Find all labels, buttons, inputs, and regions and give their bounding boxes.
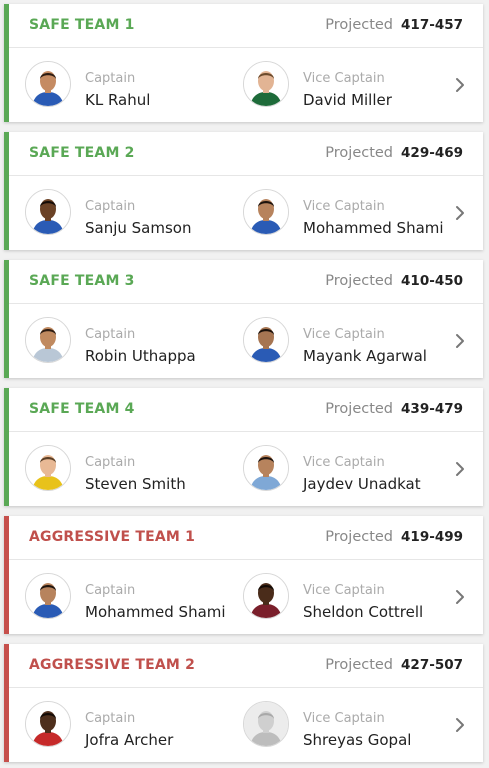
vice-captain-name: Sheldon Cottrell (303, 603, 424, 621)
chevron-right-icon[interactable] (453, 716, 467, 734)
projected-score: Projected 419-499 (325, 529, 463, 545)
captain-avatar (25, 573, 71, 619)
vice-captain-name: David Miller (303, 91, 392, 109)
captain-role: Captain (85, 199, 136, 214)
vice-captain-name: Jaydev Unadkat (303, 475, 421, 493)
captain-avatar (25, 445, 71, 491)
team-card[interactable]: AGGRESSIVE TEAM 1 Projected 419-499 Captain… (4, 516, 483, 634)
vice-captain-role: Vice Captain (303, 455, 385, 470)
captain-avatar (25, 189, 71, 235)
vice-captain: Vice Captain Shreyas Gopal (243, 701, 453, 751)
vice-captain-role: Vice Captain (303, 71, 385, 86)
team-name: SAFE TEAM 2 (29, 145, 135, 161)
vice-captain-avatar (243, 317, 289, 363)
team-card[interactable]: SAFE TEAM 2 Projected 429-469 Captain Sanju … (4, 132, 483, 250)
team-card-header: AGGRESSIVE TEAM 2 Projected 427-507 (9, 644, 483, 688)
chevron-right-icon[interactable] (453, 76, 467, 94)
team-card-body: Captain KL Rahul Vice Captain David Miller (9, 48, 483, 122)
captain-role: Captain (85, 455, 136, 470)
vice-captain-avatar (243, 61, 289, 107)
team-name: AGGRESSIVE TEAM 2 (29, 657, 196, 673)
projected-label: Projected (325, 657, 394, 673)
vice-captain-role: Vice Captain (303, 199, 385, 214)
captain-name: KL Rahul (85, 91, 151, 109)
vice-captain-avatar (243, 701, 289, 747)
projected-label: Projected (325, 529, 394, 545)
captain-role: Captain (85, 583, 136, 598)
chevron-right-icon[interactable] (453, 588, 467, 606)
captain-avatar (25, 61, 71, 107)
chevron-right-icon[interactable] (453, 332, 467, 350)
team-name: SAFE TEAM 1 (29, 17, 135, 33)
vice-captain-role: Vice Captain (303, 583, 385, 598)
team-card-body: Captain Jofra Archer Vice Captain Shreyas G… (9, 688, 483, 762)
projected-score: Projected 429-469 (325, 145, 463, 161)
captain: Captain Mohammed Shami (25, 573, 235, 623)
captain: Captain Steven Smith (25, 445, 235, 495)
captain-role: Captain (85, 71, 136, 86)
vice-captain-name: Mohammed Shami (303, 219, 444, 237)
vice-captain: Vice Captain Mayank Agarwal (243, 317, 453, 367)
captain: Captain Robin Uthappa (25, 317, 235, 367)
projected-range: 410-450 (401, 273, 463, 289)
team-card-header: SAFE TEAM 1 Projected 417-457 (9, 4, 483, 48)
vice-captain: Vice Captain Mohammed Shami (243, 189, 453, 239)
projected-label: Projected (325, 17, 394, 33)
captain: Captain KL Rahul (25, 61, 235, 111)
vice-captain: Vice Captain Jaydev Unadkat (243, 445, 453, 495)
projected-range: 419-499 (401, 529, 463, 545)
vice-captain-role: Vice Captain (303, 327, 385, 342)
projected-range: 429-469 (401, 145, 463, 161)
team-card-header: SAFE TEAM 2 Projected 429-469 (9, 132, 483, 176)
team-name: SAFE TEAM 3 (29, 273, 135, 289)
projected-score: Projected 427-507 (325, 657, 463, 673)
captain-name: Mohammed Shami (85, 603, 226, 621)
team-card-header: SAFE TEAM 3 Projected 410-450 (9, 260, 483, 304)
captain-name: Jofra Archer (85, 731, 174, 749)
projected-range: 417-457 (401, 17, 463, 33)
projected-score: Projected 410-450 (325, 273, 463, 289)
captain-name: Steven Smith (85, 475, 186, 493)
team-card[interactable]: AGGRESSIVE TEAM 2 Projected 427-507 Captain… (4, 644, 483, 762)
team-name: SAFE TEAM 4 (29, 401, 135, 417)
vice-captain-name: Mayank Agarwal (303, 347, 427, 365)
projected-range: 427-507 (401, 657, 463, 673)
projected-range: 439-479 (401, 401, 463, 417)
projected-label: Projected (325, 401, 394, 417)
captain-avatar (25, 701, 71, 747)
vice-captain: Vice Captain Sheldon Cottrell (243, 573, 453, 623)
projected-score: Projected 417-457 (325, 17, 463, 33)
captain-name: Sanju Samson (85, 219, 192, 237)
projected-label: Projected (325, 273, 394, 289)
captain-role: Captain (85, 327, 136, 342)
captain: Captain Sanju Samson (25, 189, 235, 239)
vice-captain-name: Shreyas Gopal (303, 731, 412, 749)
captain-name: Robin Uthappa (85, 347, 196, 365)
team-list: SAFE TEAM 1 Projected 417-457 Captain KL Rah… (0, 0, 489, 768)
captain-avatar (25, 317, 71, 363)
team-card-body: Captain Robin Uthappa Vice Captain Mayank A… (9, 304, 483, 378)
captain-role: Captain (85, 711, 136, 726)
chevron-right-icon[interactable] (453, 204, 467, 222)
chevron-right-icon[interactable] (453, 460, 467, 478)
team-card-header: SAFE TEAM 4 Projected 439-479 (9, 388, 483, 432)
projected-score: Projected 439-479 (325, 401, 463, 417)
team-card-body: Captain Steven Smith Vice Captain Jaydev Un… (9, 432, 483, 506)
projected-label: Projected (325, 145, 394, 161)
vice-captain-role: Vice Captain (303, 711, 385, 726)
team-card[interactable]: SAFE TEAM 4 Projected 439-479 Captain Steven… (4, 388, 483, 506)
team-card[interactable]: SAFE TEAM 1 Projected 417-457 Captain KL Rah… (4, 4, 483, 122)
team-name: AGGRESSIVE TEAM 1 (29, 529, 196, 545)
vice-captain-avatar (243, 573, 289, 619)
vice-captain-avatar (243, 189, 289, 235)
team-card-body: Captain Sanju Samson Vice Captain Mohammed … (9, 176, 483, 250)
captain: Captain Jofra Archer (25, 701, 235, 751)
team-card-header: AGGRESSIVE TEAM 1 Projected 419-499 (9, 516, 483, 560)
vice-captain-avatar (243, 445, 289, 491)
team-card-body: Captain Mohammed Shami Vice Captain Sheldon… (9, 560, 483, 634)
vice-captain: Vice Captain David Miller (243, 61, 453, 111)
team-card[interactable]: SAFE TEAM 3 Projected 410-450 Captain Robin … (4, 260, 483, 378)
